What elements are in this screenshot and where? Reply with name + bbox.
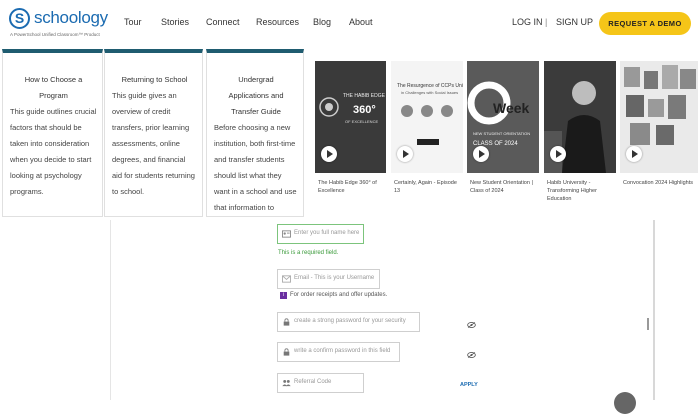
referral-code-field[interactable]: Referral Code: [277, 373, 364, 393]
email-info-text: For order receipts and offer updates.: [290, 292, 388, 298]
login-link[interactable]: LOG IN: [512, 17, 543, 27]
guide-card[interactable]: Undergrad Applications and Transfer Guid…: [206, 49, 304, 244]
guide-card[interactable]: Returning to School This guide gives an …: [104, 49, 203, 217]
svg-text:NEW STUDENT ORIENTATION: NEW STUDENT ORIENTATION: [473, 131, 530, 136]
card-title: How to Choose a Program: [24, 75, 83, 100]
confirm-password-field[interactable]: write a confirm password in this field: [277, 342, 400, 362]
nav-separator: |: [545, 17, 548, 27]
toggle-confirm-eye-icon[interactable]: [467, 352, 476, 358]
play-icon[interactable]: [473, 146, 489, 162]
svg-text:in Challenges with Social Issu: in Challenges with Social Issues: [401, 90, 458, 95]
nav-link-resources[interactable]: Resources: [256, 17, 299, 27]
lock-icon: [283, 318, 290, 326]
brand-mark-icon: S: [9, 8, 30, 29]
video-card[interactable]: Week NEW STUDENT ORIENTATION CLASS OF 20…: [467, 61, 539, 204]
video-caption: New Student Orientation | Class of 2024: [470, 180, 533, 194]
video-caption: The Habib Edge 360° of Excellence: [318, 180, 377, 194]
lock-icon: [283, 348, 290, 356]
signup-form-panel: [110, 220, 655, 400]
nav-link-tour[interactable]: Tour: [124, 17, 142, 27]
users-icon: [282, 379, 291, 387]
top-nav: S schoology A PowerSchool Unified Classr…: [0, 0, 700, 46]
svg-text:360°: 360°: [353, 104, 376, 116]
video-card[interactable]: THE HABIB EDGE 360° OF EXCELLENCE The Ha…: [315, 61, 386, 204]
chat-widget-button[interactable]: [614, 392, 636, 414]
nav-link-connect[interactable]: Connect: [206, 17, 240, 27]
toggle-password-eye-icon[interactable]: [467, 322, 476, 328]
referral-placeholder: Referral Code: [294, 379, 332, 385]
video-caption: Certainly, Again - Episode 13: [394, 180, 457, 194]
play-icon[interactable]: [626, 146, 642, 162]
card-text: This guide gives an overview of credit t…: [112, 91, 195, 196]
video-card[interactable]: Convocation 2024 Highlights: [620, 61, 698, 204]
brand-tagline: A PowerSchool Unified Classroom™ Product: [10, 32, 100, 37]
request-demo-button[interactable]: REQUEST A DEMO: [599, 12, 691, 35]
card-title: Undergrad Applications and Transfer Guid…: [228, 75, 284, 116]
card-title: Returning to School: [121, 75, 188, 84]
full-name-placeholder: Enter you full name here: [294, 230, 360, 236]
signup-link[interactable]: SIGN UP: [556, 17, 593, 27]
email-info-note: i For order receipts and offer updates.: [280, 292, 387, 299]
svg-text:OF EXCELLENCE: OF EXCELLENCE: [345, 119, 378, 124]
id-card-icon: [282, 230, 291, 238]
play-icon[interactable]: [550, 146, 566, 162]
brand-name: schoology: [34, 8, 108, 27]
video-caption: Habib University - Transforming Higher E…: [547, 180, 597, 202]
video-card[interactable]: The Resurgence of CCPs Units in Challeng…: [391, 61, 463, 204]
apply-referral-button[interactable]: APPLY: [460, 382, 478, 388]
play-icon[interactable]: [397, 146, 413, 162]
confirm-password-placeholder: write a confirm password in this field: [294, 348, 391, 354]
video-card[interactable]: Habib University - Transforming Higher E…: [544, 61, 616, 204]
info-icon: i: [280, 292, 287, 299]
password-field[interactable]: create a strong password for your securi…: [277, 312, 420, 332]
email-placeholder: Email - This is your Username: [294, 275, 375, 281]
required-field-message: This is a required field.: [278, 250, 339, 256]
scrollbar-thumb[interactable]: [647, 318, 649, 330]
guide-card[interactable]: How to Choose a Program This guide outli…: [2, 49, 103, 217]
svg-text:THE HABIB EDGE: THE HABIB EDGE: [343, 93, 386, 99]
full-name-field[interactable]: Enter you full name here: [277, 224, 364, 244]
email-field[interactable]: Email - This is your Username: [277, 269, 380, 289]
play-icon[interactable]: [321, 146, 337, 162]
nav-link-stories[interactable]: Stories: [161, 17, 189, 27]
video-caption: Convocation 2024 Highlights: [623, 180, 694, 186]
nav-link-blog[interactable]: Blog: [313, 17, 331, 27]
thumb-week-text: Week: [493, 100, 530, 116]
card-text: This guide outlines crucial factors that…: [10, 107, 97, 196]
envelope-icon: [282, 275, 291, 283]
nav-link-about[interactable]: About: [349, 17, 373, 27]
password-placeholder: create a strong password for your securi…: [294, 318, 406, 324]
svg-text:The Resurgence of CCPs Units: The Resurgence of CCPs Units: [397, 83, 463, 89]
